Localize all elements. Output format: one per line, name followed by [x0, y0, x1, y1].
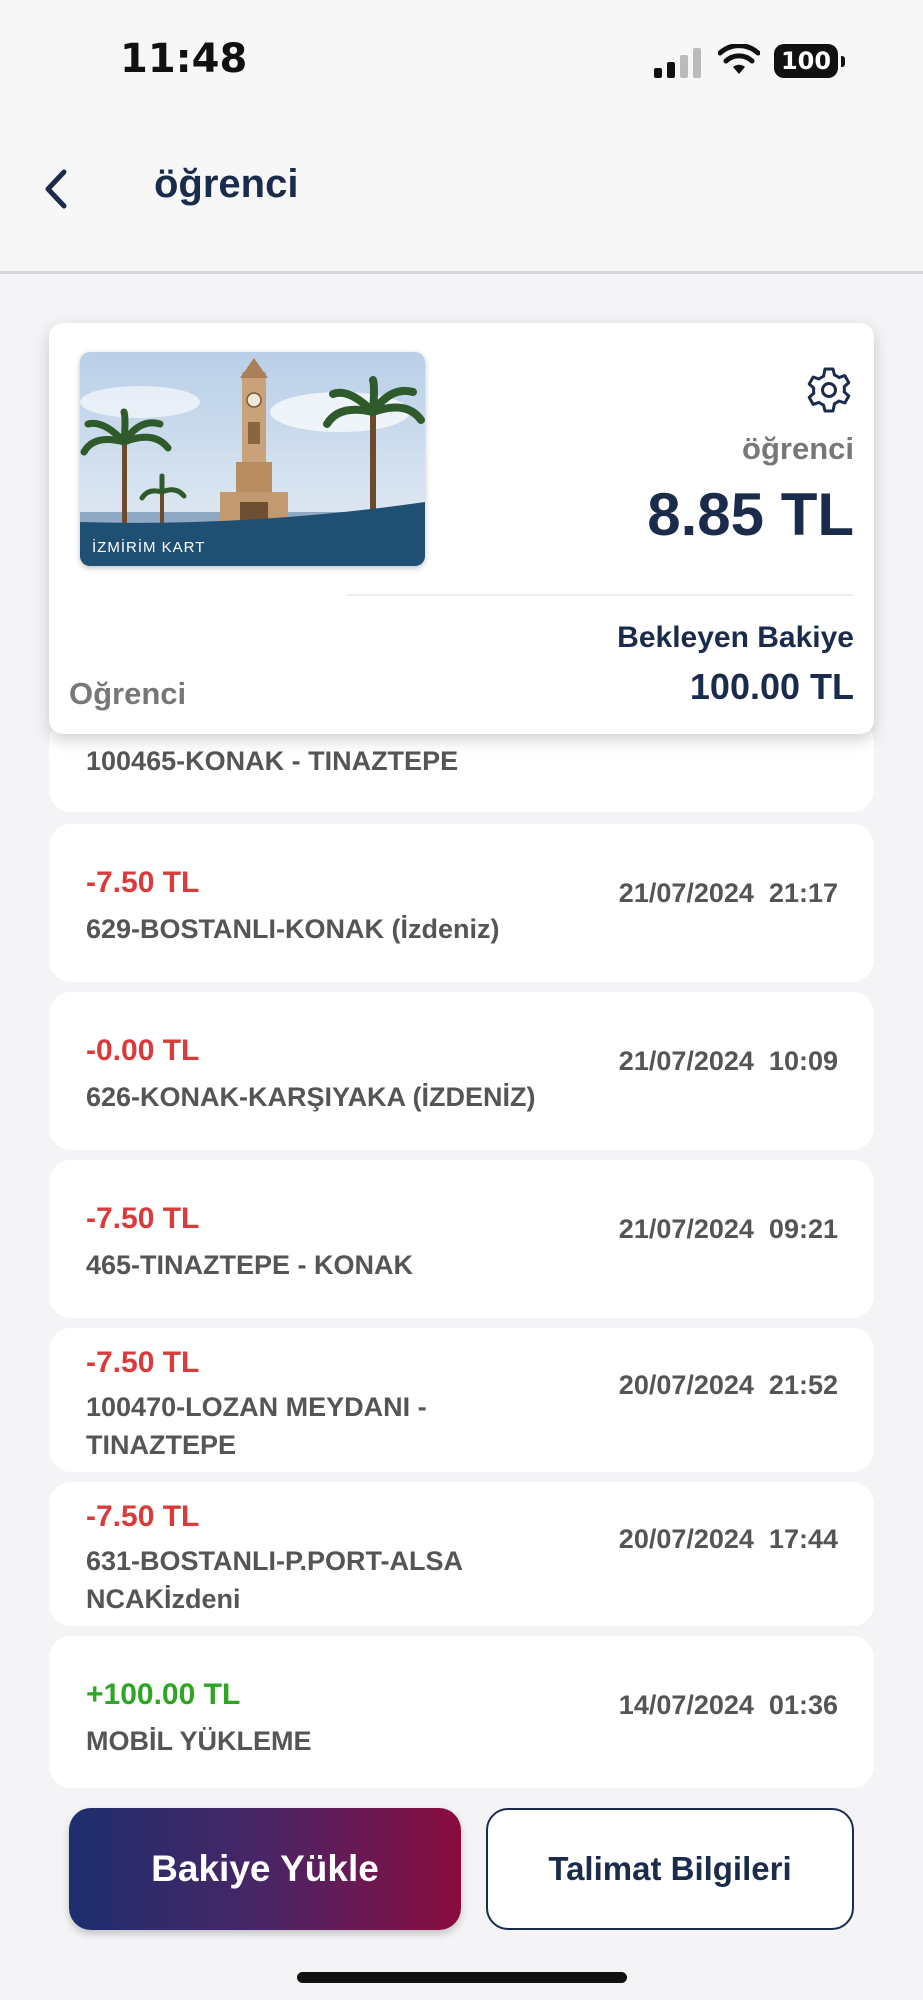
transaction-date: 14/07/2024 01:36 — [618, 1690, 838, 1720]
instruction-info-button[interactable]: Talimat Bilgileri — [486, 1808, 854, 1930]
chevron-left-icon — [45, 169, 67, 209]
transaction-item[interactable]: -7.50 TL 21/07/2024 09:21 465-TINAZTEPE … — [49, 1160, 874, 1318]
settings-button[interactable] — [804, 365, 854, 415]
transaction-amount: -7.50 TL — [86, 1346, 200, 1379]
transaction-description: 626-KONAK-KARŞIYAKA (İZDENİZ) — [86, 1082, 536, 1112]
battery-icon: 100 — [774, 44, 845, 78]
status-bar: 11:48 100 — [0, 0, 923, 120]
page-title: öğrenci — [154, 162, 299, 206]
transaction-item[interactable]: -0.00 TL 21/07/2024 10:09 626-KONAK-KARŞ… — [49, 992, 874, 1150]
wifi-icon — [718, 44, 760, 74]
transaction-description: 100470-LOZAN MEYDANI - TINAZTEPE — [86, 1392, 427, 1460]
transaction-description: 629-BOSTANLI-KONAK (İzdeniz) — [86, 914, 500, 944]
cellular-signal-icon — [654, 48, 701, 78]
divider — [346, 594, 854, 596]
transaction-date: 20/07/2024 17:44 — [618, 1524, 838, 1554]
transaction-item[interactable]: -7.50 TL 21/07/2024 21:17 629-BOSTANLI-K… — [49, 824, 874, 982]
transaction-description: 465-TINAZTEPE - KONAK — [86, 1250, 414, 1280]
back-button[interactable] — [38, 166, 78, 212]
card-type: Oğrenci — [69, 676, 187, 711]
transaction-amount: -0.00 TL — [86, 1034, 200, 1067]
transaction-amount: -7.50 TL — [86, 1500, 200, 1533]
load-balance-button[interactable]: Bakiye Yükle — [69, 1808, 461, 1930]
transaction-date: 21/07/2024 10:09 — [618, 1046, 838, 1076]
transaction-date: 21/07/2024 21:17 — [618, 878, 838, 908]
transaction-amount: -7.50 TL — [86, 866, 200, 899]
status-time: 11:48 — [120, 36, 248, 82]
transaction-description: 100465-KONAK - TINAZTEPE — [86, 746, 459, 776]
transaction-description: 631-BOSTANLI-P.PORT-ALSANCAKİzdeni — [86, 1546, 464, 1614]
home-indicator[interactable] — [297, 1972, 627, 1983]
transaction-date: 20/07/2024 21:52 — [618, 1370, 838, 1400]
card-name-label: öğrenci — [742, 431, 854, 466]
card-image[interactable]: İZMİRİM KART — [80, 352, 425, 566]
gear-icon — [807, 367, 851, 413]
card-summary: İZMİRİM KART öğrenci 8.85 TL Bekleyen Ba… — [49, 323, 874, 734]
transaction-item[interactable]: -7.50 TL 20/07/2024 17:44 631-BOSTANLI-P… — [49, 1482, 874, 1626]
transaction-date: 21/07/2024 09:21 — [618, 1214, 838, 1244]
card-balance: 8.85 TL — [647, 481, 854, 548]
transaction-amount: -7.50 TL — [86, 1202, 200, 1235]
bottom-action-bar: Bakiye Yükle Talimat Bilgileri — [49, 1788, 874, 1950]
card-brand-text: İZMİRİM KART — [92, 539, 206, 556]
header: öğrenci — [0, 120, 923, 274]
transaction-description: MOBİL YÜKLEME — [86, 1726, 312, 1756]
transaction-item[interactable]: +100.00 TL 14/07/2024 01:36 MOBİL YÜKLEM… — [49, 1636, 874, 1788]
transaction-amount: +100.00 TL — [86, 1678, 241, 1711]
clock-tower-illustration — [80, 352, 425, 566]
transaction-item[interactable]: -7.50 TL 20/07/2024 21:52 100470-LOZAN M… — [49, 1328, 874, 1472]
pending-balance-label: Bekleyen Bakiye — [617, 621, 854, 654]
pending-balance-value: 100.00 TL — [689, 666, 854, 707]
